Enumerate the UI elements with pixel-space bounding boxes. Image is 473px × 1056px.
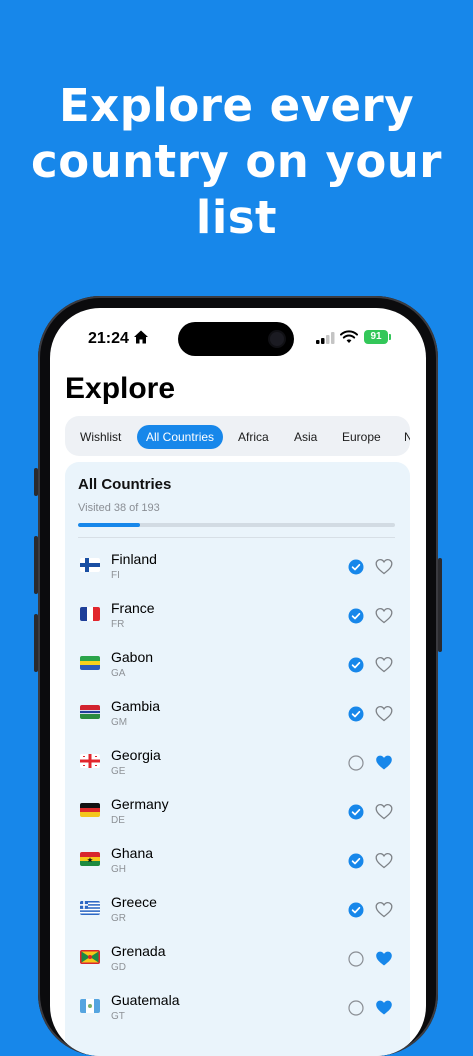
flag-icon [80,803,100,817]
phone-frame: 21:24 91 Explore Wishlist All Countries … [34,296,442,1056]
unvisited-circle-icon[interactable] [348,755,364,771]
flag-icon [80,754,100,768]
heart-outline-icon[interactable] [375,901,393,918]
filter-chip-more[interactable]: N [395,425,410,449]
country-name: Germany [111,796,169,812]
cellular-signal-icon [316,332,335,344]
heart-filled-icon[interactable] [375,754,393,771]
app-screen: 21:24 91 Explore Wishlist All Countries … [50,308,426,1056]
country-code: GR [111,913,126,924]
visited-checkmark-icon[interactable] [348,657,364,673]
battery-level: 91 [370,331,382,342]
country-row[interactable]: France FR [65,592,410,641]
heart-outline-icon[interactable] [375,705,393,722]
unvisited-circle-icon[interactable] [348,1000,364,1016]
battery-indicator: 91 [364,330,391,344]
country-row[interactable]: Georgia GE [65,739,410,788]
filter-chip-europe[interactable]: Europe [333,425,390,449]
visited-checkmark-icon[interactable] [348,902,364,918]
country-name: France [111,600,155,616]
heart-outline-icon[interactable] [375,558,393,575]
filter-chip-africa[interactable]: Africa [229,425,278,449]
country-row[interactable]: Ghana GH [65,837,410,886]
status-bar: 21:24 91 [50,308,426,364]
heart-filled-icon[interactable] [375,950,393,967]
headline-line-3: list [195,191,278,244]
marketing-headline: Explore every country on your list [0,78,473,246]
country-name: Greece [111,894,157,910]
flag-icon [80,901,100,915]
heart-outline-icon[interactable] [375,803,393,820]
country-name: Georgia [111,747,161,763]
filter-tabs: Wishlist All Countries Africa Asia Europ… [65,416,410,456]
volume-down-button [34,614,38,672]
flag-icon [80,950,100,964]
country-row[interactable]: Guatemala GT [65,984,410,1033]
wifi-icon [340,330,358,343]
volume-up-button [34,536,38,594]
visited-checkmark-icon[interactable] [348,853,364,869]
country-name: Guatemala [111,992,180,1008]
country-row[interactable]: Gabon GA [65,641,410,690]
countries-card: All Countries Visited 38 of 193 Finland F… [65,462,410,1056]
country-code: GD [111,962,126,973]
status-time: 21:24 [88,330,129,347]
filter-chip-wishlist[interactable]: Wishlist [71,425,130,449]
country-name: Gambia [111,698,161,714]
heart-outline-icon[interactable] [375,607,393,624]
visited-count: Visited 38 of 193 [78,502,160,514]
visited-checkmark-icon[interactable] [348,804,364,820]
visited-progress-fill [78,523,141,527]
headline-line-1: Explore every [58,79,415,132]
mute-switch [34,468,38,496]
country-code: FR [111,619,125,630]
country-code: GH [111,864,126,875]
flag-icon [80,852,100,866]
flag-icon [80,656,100,670]
country-name: Grenada [111,943,166,959]
unvisited-circle-icon[interactable] [348,951,364,967]
flag-icon [80,607,100,621]
country-row[interactable]: Germany DE [65,788,410,837]
visited-checkmark-icon[interactable] [348,706,364,722]
headline-line-2: country on your [31,135,442,188]
country-row[interactable]: Gambia GM [65,690,410,739]
country-name: Finland [111,551,157,567]
power-button [438,558,442,652]
country-row[interactable]: Greece GR [65,886,410,935]
page-title: Explore [65,372,176,405]
flag-icon [80,558,100,572]
country-row[interactable]: Finland FI [65,543,410,592]
visited-checkmark-icon[interactable] [348,608,364,624]
flag-icon [80,999,100,1013]
country-code: GA [111,668,126,679]
filter-chip-asia[interactable]: Asia [285,425,326,449]
country-code: GT [111,1011,125,1022]
country-name: Gabon [111,649,154,665]
country-row[interactable]: Grenada GD [65,935,410,984]
filter-chip-all-countries[interactable]: All Countries [137,425,224,449]
home-icon [134,330,148,344]
dynamic-island [178,322,294,356]
camera-icon [270,332,284,346]
heart-outline-icon[interactable] [375,852,393,869]
flag-icon [80,705,100,719]
country-code: DE [111,815,125,826]
card-title: All Countries [78,476,172,493]
heart-filled-icon[interactable] [375,999,393,1016]
heart-outline-icon[interactable] [375,656,393,673]
country-code: GE [111,766,126,777]
visited-checkmark-icon[interactable] [348,559,364,575]
divider [78,537,395,538]
country-code: FI [111,570,120,581]
country-name: Ghana [111,845,154,861]
country-code: GM [111,717,128,728]
visited-progress-bar [78,523,395,527]
